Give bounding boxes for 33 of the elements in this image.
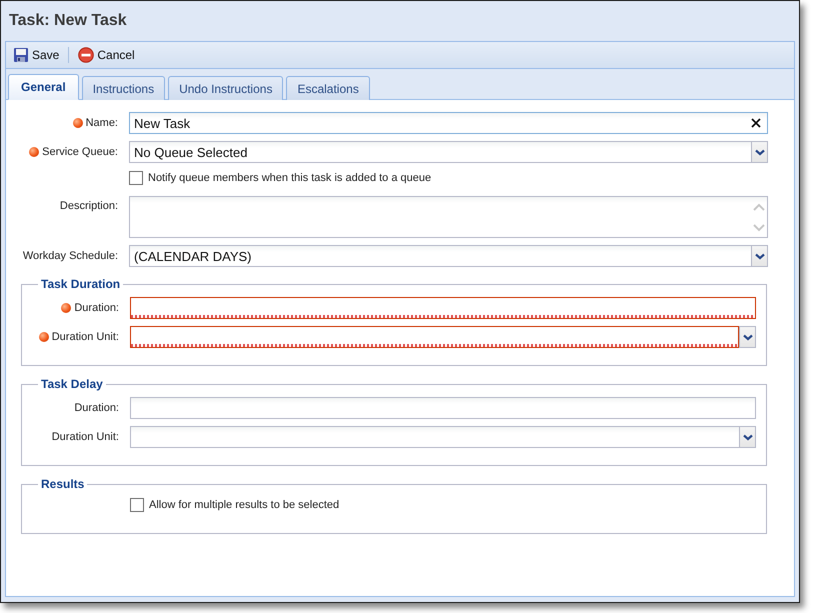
- field-label: Duration:: [74, 302, 119, 314]
- field-label: Duration:: [74, 402, 119, 414]
- checkbox-label: Allow for multiple results to be selected: [149, 499, 340, 511]
- checkbox[interactable]: [130, 498, 144, 512]
- chevron-down-icon: [742, 434, 752, 440]
- checkbox[interactable]: [129, 171, 143, 185]
- field-label: Workday Schedule:: [22, 250, 118, 262]
- checkbox-label: Notify queue members when this task is added to a queue: [148, 172, 432, 184]
- section-legend: Task Duration: [38, 277, 124, 291]
- field-label: Duration Unit:: [52, 330, 119, 342]
- chevron-down-icon: [742, 334, 752, 340]
- tab[interactable]: Instructions: [82, 76, 166, 100]
- dropdown-field[interactable]: [130, 326, 756, 348]
- field-label: Service Queue:: [42, 146, 118, 158]
- field-label: Description:: [60, 200, 118, 212]
- chevron-down-icon: [754, 252, 764, 260]
- cancel-icon: [78, 47, 94, 63]
- section-legend: Task Delay: [38, 377, 106, 391]
- window-title: Task: New Task: [8, 11, 128, 31]
- tab[interactable]: General: [8, 74, 79, 100]
- text-field[interactable]: [130, 297, 756, 319]
- clear-icon[interactable]: [750, 117, 762, 129]
- save-button[interactable]: Save: [11, 44, 62, 66]
- field-label: Name:: [86, 116, 118, 128]
- tab[interactable]: Escalations: [286, 76, 370, 100]
- section-legend: Results: [38, 477, 88, 491]
- chevron-down-icon: [754, 148, 764, 156]
- tab[interactable]: Undo Instructions: [168, 76, 284, 100]
- text-field[interactable]: [130, 397, 756, 419]
- dropdown-field[interactable]: [130, 426, 756, 448]
- field-label: Duration Unit:: [52, 430, 119, 442]
- text-field[interactable]: New Task: [129, 112, 768, 134]
- cancel-button[interactable]: Cancel: [76, 44, 137, 66]
